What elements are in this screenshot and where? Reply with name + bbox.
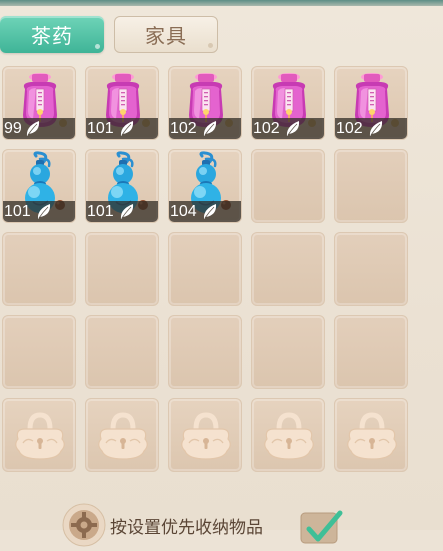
inventory-slot-empty[interactable] — [168, 315, 242, 389]
tab-corner-dot — [95, 44, 100, 49]
inventory-slot-potion-jar[interactable]: 102 — [334, 66, 408, 140]
leaf-icon — [203, 204, 217, 219]
priority-storage-label: 按设置优先收纳物品 — [110, 518, 263, 538]
inventory-slot-locked[interactable] — [251, 398, 325, 472]
inventory-slot-potion-jar[interactable]: 99 — [2, 66, 76, 140]
item-count: 104 — [170, 203, 197, 220]
inventory-slot-empty[interactable] — [85, 232, 159, 306]
inventory-slot-potion-jar[interactable]: 102 — [251, 66, 325, 140]
inventory-slot-empty[interactable] — [251, 232, 325, 306]
inventory-slot-empty[interactable] — [251, 315, 325, 389]
tab-corner-dot — [208, 43, 213, 48]
inventory-slot-gourd[interactable]: 101 — [85, 149, 159, 223]
leaf-icon — [203, 121, 217, 136]
lock-icon — [15, 412, 65, 460]
tab-furniture[interactable]: 家具 — [114, 16, 218, 53]
inventory-slot-empty[interactable] — [85, 315, 159, 389]
lock-icon — [98, 412, 148, 460]
item-count: 101 — [87, 203, 114, 220]
lock-icon — [347, 412, 397, 460]
leaf-icon — [286, 121, 300, 136]
lock-icon — [264, 412, 314, 460]
item-count: 101 — [4, 203, 31, 220]
leaf-icon — [120, 204, 134, 219]
item-count: 102 — [336, 120, 363, 137]
inventory-slot-empty[interactable] — [334, 149, 408, 223]
item-count: 102 — [253, 120, 280, 137]
inventory-slot-potion-jar[interactable]: 101 — [85, 66, 159, 140]
inventory-slot-gourd[interactable]: 104 — [168, 149, 242, 223]
tab-tea-medicine-label: 茶药 — [31, 24, 73, 48]
inventory-slot-gourd[interactable]: 101 — [2, 149, 76, 223]
inventory-slot-empty[interactable] — [2, 232, 76, 306]
inventory-slot-locked[interactable] — [85, 398, 159, 472]
inventory-slot-locked[interactable] — [168, 398, 242, 472]
inventory-slot-empty[interactable] — [2, 315, 76, 389]
tab-furniture-label: 家具 — [145, 24, 187, 48]
lock-icon — [181, 412, 231, 460]
leaf-icon — [120, 121, 134, 136]
inventory-slot-locked[interactable] — [334, 398, 408, 472]
priority-storage-checkbox[interactable] — [300, 507, 344, 551]
item-count: 99 — [4, 120, 22, 137]
inventory-slot-empty[interactable] — [334, 232, 408, 306]
inventory-slot-empty[interactable] — [251, 149, 325, 223]
leaf-icon — [369, 121, 383, 136]
inventory-slot-locked[interactable] — [2, 398, 76, 472]
gear-icon[interactable] — [62, 503, 106, 547]
leaf-icon — [37, 204, 51, 219]
leaf-icon — [26, 121, 40, 136]
inventory-slot-empty[interactable] — [168, 232, 242, 306]
inventory-slot-empty[interactable] — [334, 315, 408, 389]
inventory-slot-potion-jar[interactable]: 102 — [168, 66, 242, 140]
item-count: 102 — [170, 120, 197, 137]
item-count: 101 — [87, 120, 114, 137]
tab-tea-medicine[interactable]: 茶药 — [0, 16, 104, 53]
